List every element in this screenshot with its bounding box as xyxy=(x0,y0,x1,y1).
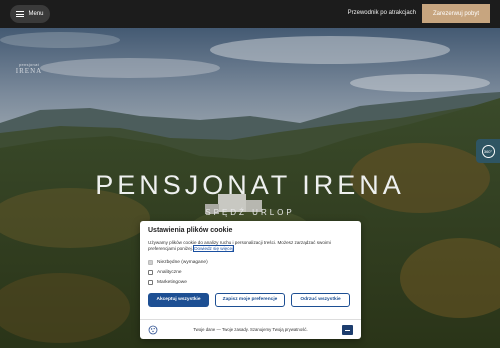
book-stay-button[interactable]: Zarezerwuj pobyt xyxy=(422,4,490,23)
learn-more-link[interactable]: Dowiedz się więcej xyxy=(192,244,235,253)
analytics-checkbox[interactable] xyxy=(148,270,153,276)
option-label: Marketingowe xyxy=(157,280,187,286)
attractions-guide-link[interactable]: Przewodnik po atrakcjach xyxy=(348,10,416,16)
cookie-description-text: Używamy plików cookie do analizy ruchu i… xyxy=(148,240,331,252)
cookie-description: Używamy plików cookie do analizy ruchu i… xyxy=(148,240,353,253)
cookie-option-necessary: Niezbędne (wymagane) xyxy=(148,258,353,268)
logo-wordmark: IRENA xyxy=(15,67,43,75)
accept-all-button[interactable]: Akceptuj wszystkie xyxy=(148,292,209,307)
panorama-360-label: 360° xyxy=(483,148,493,154)
cookie-options: Niezbędne (wymagane) Analityczne Marketi… xyxy=(148,258,353,288)
hero-title: PENSJONAT IRENA xyxy=(95,170,405,200)
menu-button[interactable]: Menu xyxy=(10,5,50,23)
cookie-option-marketing[interactable]: Marketingowe xyxy=(148,278,353,288)
privacy-footer-text: Twoje dane — Twoje zasady. Szanujemy Two… xyxy=(193,327,308,332)
hero-subtitle: SPĘDŹ URLOP xyxy=(205,208,295,217)
cookie-dialog-title: Ustawienia plików cookie xyxy=(148,227,233,234)
marketing-checkbox[interactable] xyxy=(148,280,153,286)
save-preferences-button[interactable]: Zapisz moje preferencje xyxy=(215,292,285,307)
panorama-360-icon: 360° xyxy=(481,144,495,158)
minimize-icon xyxy=(345,329,350,331)
option-label: Analityczne xyxy=(157,270,182,276)
panorama-360-button[interactable]: 360° xyxy=(476,139,500,163)
necessary-checkbox xyxy=(148,260,153,266)
reject-all-button[interactable]: Odrzuć wszystkie xyxy=(291,292,350,307)
site-logo[interactable]: pensjonat IRENA xyxy=(12,62,46,75)
menu-button-label: Menu xyxy=(28,11,44,17)
cookie-dialog-footer: Twoje dane — Twoje zasady. Szanujemy Two… xyxy=(140,319,361,339)
minimize-button[interactable] xyxy=(342,325,353,335)
hamburger-icon xyxy=(16,11,25,17)
option-label: Niezbędne (wymagane) xyxy=(157,260,208,266)
cookie-button-row: Akceptuj wszystkie Zapisz moje preferenc… xyxy=(148,292,353,307)
top-navigation-bar: Menu Przewodnik po atrakcjach Zarezerwuj… xyxy=(0,0,500,28)
cookie-option-analytics[interactable]: Analityczne xyxy=(148,268,353,278)
cookie-consent-dialog: Ustawienia plików cookie Używamy plików … xyxy=(140,221,361,339)
